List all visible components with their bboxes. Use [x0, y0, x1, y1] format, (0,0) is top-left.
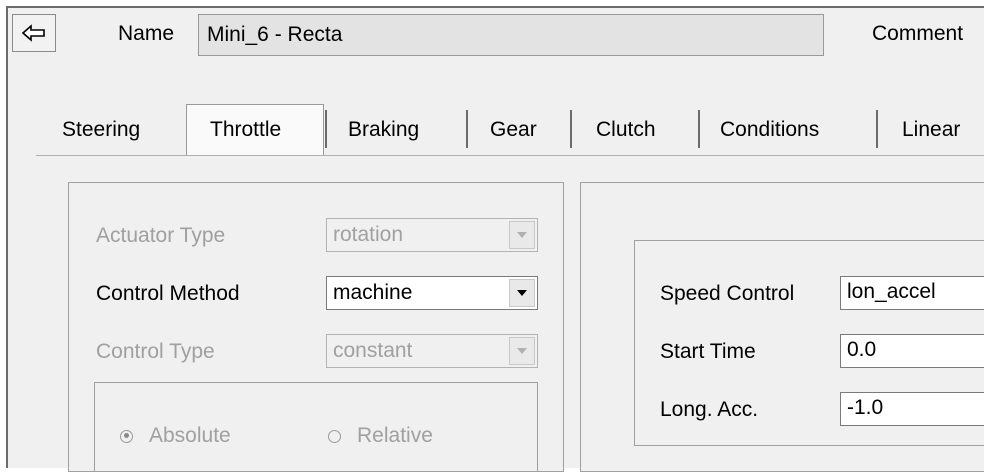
- actuator-type-value: rotation: [333, 223, 404, 246]
- tab-steering[interactable]: Steering: [62, 118, 140, 142]
- tab-clutch[interactable]: Clutch: [596, 118, 656, 142]
- tab-separator: [466, 110, 468, 148]
- control-type-select: constant: [326, 334, 538, 368]
- absolute-radio-label: Absolute: [149, 424, 231, 447]
- control-type-value: constant: [333, 339, 413, 362]
- control-method-value: machine: [333, 281, 413, 304]
- comment-label: Comment: [872, 22, 964, 45]
- tab-linear[interactable]: Linear: [902, 118, 960, 142]
- long-acc-label: Long. Acc.: [660, 398, 759, 421]
- control-type-label: Control Type: [96, 340, 215, 363]
- tab-panel-border: [36, 155, 984, 156]
- tab-separator: [698, 110, 700, 148]
- relative-radio[interactable]: Relative: [328, 424, 433, 448]
- tab-separator: [876, 110, 878, 148]
- tab-conditions[interactable]: Conditions: [720, 118, 819, 142]
- speed-control-field[interactable]: lon_accel: [840, 276, 984, 310]
- radio-selected-icon: [120, 429, 133, 443]
- long-acc-field[interactable]: -1.0: [840, 392, 984, 426]
- control-method-label: Control Method: [96, 282, 240, 305]
- speed-control-label: Speed Control: [660, 282, 795, 305]
- tab-gear[interactable]: Gear: [490, 118, 537, 142]
- actuator-type-label: Actuator Type: [96, 224, 226, 247]
- chevron-down-icon: [509, 337, 535, 365]
- back-arrow-icon: [22, 24, 45, 42]
- tab-throttle[interactable]: Throttle: [210, 118, 281, 142]
- name-label: Name: [118, 22, 175, 45]
- chevron-down-icon[interactable]: [509, 279, 535, 307]
- tab-separator: [570, 110, 572, 148]
- chevron-down-icon: [509, 221, 535, 249]
- name-field[interactable]: Mini_6 - Recta: [198, 14, 824, 56]
- radio-unselected-icon: [328, 429, 341, 443]
- relative-radio-label: Relative: [357, 424, 433, 447]
- control-method-select[interactable]: machine: [326, 276, 538, 310]
- tab-separator: [325, 110, 327, 148]
- start-time-label: Start Time: [660, 340, 756, 363]
- actuator-type-select: rotation: [326, 218, 538, 252]
- absolute-radio[interactable]: Absolute: [120, 424, 231, 448]
- start-time-field[interactable]: 0.0: [840, 334, 984, 368]
- tab-braking[interactable]: Braking: [348, 118, 419, 142]
- back-button[interactable]: [12, 14, 56, 52]
